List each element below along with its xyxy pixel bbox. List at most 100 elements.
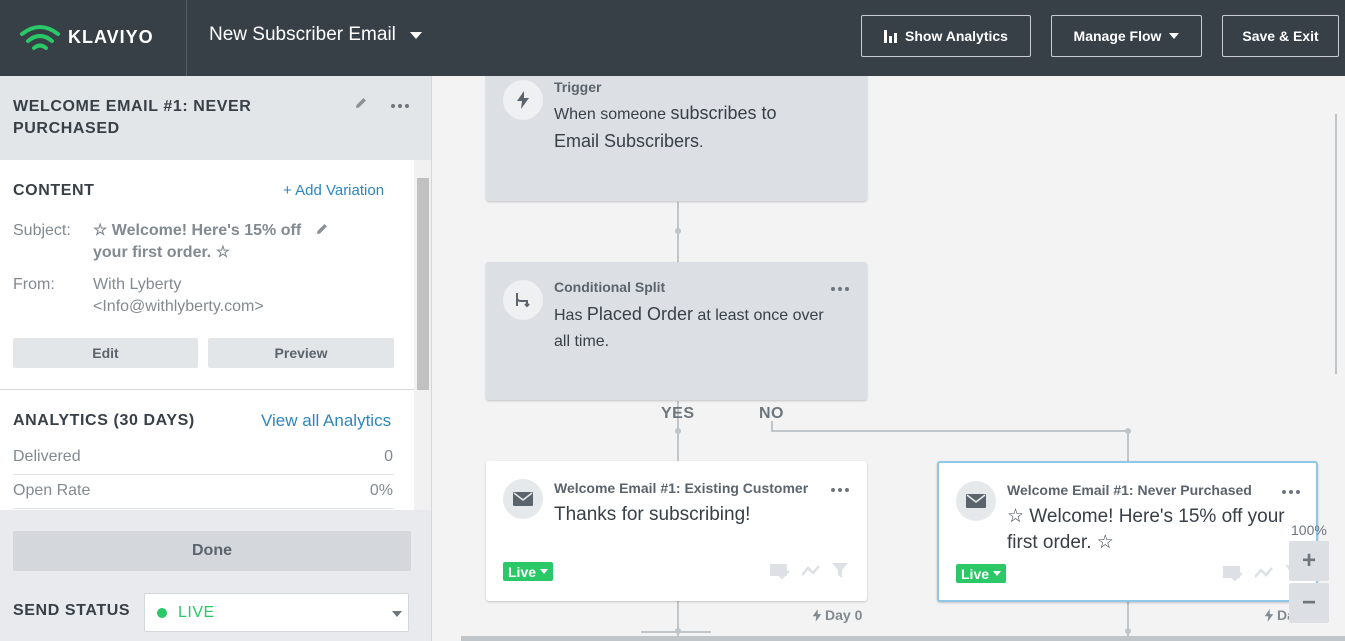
email-body-line2: first order. ☆ [1007, 532, 1114, 553]
split-text-pre: Has [554, 307, 587, 324]
stat-value: 0% [369, 482, 393, 499]
add-variation-link[interactable]: + Add Variation [283, 182, 384, 199]
section-divider [0, 389, 414, 390]
row-divider [13, 508, 394, 509]
trigger-type: Trigger [554, 79, 602, 95]
send-status-value: LIVE [178, 603, 215, 621]
more-dots-icon[interactable] [391, 104, 409, 108]
klaviyo-logo-icon [20, 25, 60, 50]
chevron-down-icon [392, 611, 402, 617]
sidebar-title-line1: WELCOME EMAIL #1: NEVER [13, 98, 252, 115]
pencil-icon[interactable] [354, 96, 368, 115]
mail-check-icon[interactable] [1223, 565, 1243, 581]
bar-chart-icon [884, 29, 898, 43]
save-exit-button[interactable]: Save & Exit [1222, 15, 1339, 57]
stat-label: Open Rate [13, 482, 91, 499]
show-analytics-button[interactable]: Show Analytics [861, 15, 1031, 57]
sidebar: WELCOME EMAIL #1: NEVER PURCHASED CONTEN… [0, 76, 432, 641]
split-type: Conditional Split [554, 279, 666, 295]
more-dots-icon[interactable] [831, 488, 849, 492]
trigger-text-bold: subscribes to [670, 103, 777, 123]
from-label: From: [13, 276, 55, 293]
manage-flow-button[interactable]: Manage Flow [1051, 15, 1202, 57]
delay-text: Day 0 [825, 607, 863, 623]
chevron-down-icon [1169, 33, 1180, 39]
more-dots-icon[interactable] [831, 287, 849, 291]
envelope-icon [503, 479, 543, 519]
connector-line [771, 430, 1129, 432]
stat-value: 0 [384, 448, 393, 465]
klaviyo-logo[interactable]: KLAVIYO [18, 18, 154, 56]
filter-icon[interactable] [832, 563, 848, 579]
subject-value: ☆ Welcome! Here's 15% off your first ord… [93, 220, 301, 264]
analytics-heading: ANALYTICS (30 DAYS) [13, 412, 195, 429]
from-line2: <Info@withlyberty.com> [93, 298, 264, 315]
email-body: Thanks for subscribing! [554, 504, 751, 525]
flow-title: New Subscriber Email [209, 24, 396, 45]
connector-joint [675, 228, 681, 234]
trigger-node[interactable]: Trigger When someone subscribes to Email… [486, 76, 867, 201]
node-tools [770, 563, 848, 579]
flow-canvas[interactable]: Trigger When someone subscribes to Email… [433, 76, 1345, 641]
split-text-post: at least once over [692, 307, 824, 324]
content-heading: CONTENT [13, 182, 95, 199]
live-status-badge[interactable]: Live [956, 564, 1007, 583]
zoom-in-button[interactable]: + [1289, 541, 1329, 581]
split-icon [503, 280, 543, 320]
mail-check-icon[interactable] [770, 563, 790, 579]
connector-joint [1125, 428, 1131, 434]
sidebar-title-line2: PURCHASED [13, 120, 120, 137]
connector-line [1127, 430, 1129, 462]
envelope-icon [956, 481, 996, 521]
sidebar-content[interactable]: CONTENT + Add Variation Subject: ☆ Welco… [0, 160, 431, 510]
connector-joint [1125, 628, 1131, 634]
email-type: Welcome Email #1: Existing Customer [554, 480, 809, 496]
stat-label: Delivered [13, 448, 81, 465]
email-node-never-purchased[interactable]: Welcome Email #1: Never Purchased ☆ Welc… [937, 461, 1318, 602]
email-body-line1: ☆ Welcome! Here's 15% off your [1007, 506, 1285, 527]
trigger-description: When someone subscribes to Email Subscri… [554, 100, 854, 156]
trend-icon[interactable] [802, 565, 820, 577]
show-analytics-label: Show Analytics [905, 28, 1008, 44]
more-dots-icon[interactable] [1282, 490, 1300, 494]
send-status-select[interactable]: LIVE [144, 593, 409, 632]
pencil-icon[interactable] [315, 222, 329, 241]
done-button[interactable]: Done [13, 531, 411, 571]
email-node-existing-customer[interactable]: Welcome Email #1: Existing Customer Than… [486, 461, 867, 601]
preview-button[interactable]: Preview [208, 338, 394, 368]
trend-icon[interactable] [1255, 567, 1273, 579]
live-status-label: Live [961, 565, 990, 582]
conditional-split-node[interactable]: Conditional Split Has Placed Order at le… [486, 262, 867, 400]
row-divider [13, 474, 394, 475]
canvas-scrollbar-horizontal[interactable] [461, 636, 1345, 641]
view-all-analytics-link[interactable]: View all Analytics [261, 411, 391, 431]
email-body: ☆ Welcome! Here's 15% off your first ord… [1007, 504, 1285, 556]
chevron-down-icon [540, 569, 549, 574]
chevron-down-icon [993, 571, 1002, 576]
delay-label: Day 0 [812, 607, 862, 623]
lightning-icon [1264, 608, 1274, 622]
flow-title-dropdown[interactable]: New Subscriber Email [209, 24, 422, 46]
live-status-label: Live [508, 563, 537, 580]
zoom-level: 100% [1291, 522, 1327, 538]
live-status-badge[interactable]: Live [503, 562, 554, 581]
chevron-down-icon [409, 31, 422, 39]
sidebar-header: WELCOME EMAIL #1: NEVER PURCHASED [0, 76, 431, 160]
from-line1: With Lyberty [93, 276, 182, 293]
trigger-text-post: . [699, 134, 704, 151]
top-divider [186, 0, 187, 76]
split-text-line2: all time. [554, 333, 610, 350]
zoom-out-button[interactable]: − [1289, 583, 1329, 623]
sidebar-scrollbar-thumb[interactable] [417, 178, 429, 390]
connector-joint [675, 428, 681, 434]
no-branch-label: NO [759, 405, 784, 422]
lightning-icon [503, 80, 543, 120]
top-bar: KLAVIYO New Subscriber Email Show Analyt… [0, 0, 1345, 76]
subject-line2: your first order. ☆ [93, 244, 231, 261]
edit-button[interactable]: Edit [13, 338, 198, 368]
manage-flow-label: Manage Flow [1073, 28, 1162, 44]
canvas-scrollbar-vertical[interactable] [1335, 114, 1337, 374]
sidebar-title: WELCOME EMAIL #1: NEVER PURCHASED [13, 96, 303, 140]
split-text-bold: Placed Order [586, 304, 693, 324]
yes-branch-label: YES [661, 405, 695, 422]
